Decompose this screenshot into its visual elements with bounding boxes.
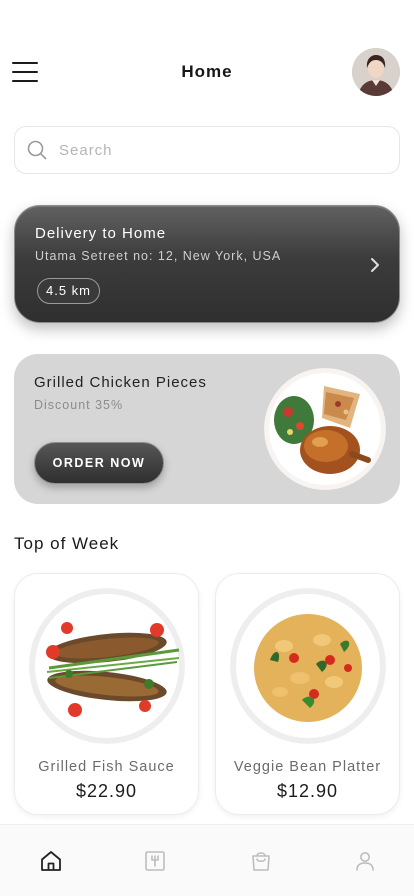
promo-title: Grilled Chicken Pieces <box>34 374 207 391</box>
food-name: Grilled Fish Sauce <box>38 759 175 775</box>
tab-home[interactable] <box>39 849 63 873</box>
shopping-bag-icon <box>252 852 270 871</box>
app-header: Home <box>0 40 414 104</box>
food-card[interactable]: Grilled Fish Sauce $22.90 <box>14 573 199 815</box>
tab-menu[interactable] <box>143 849 167 873</box>
food-card[interactable]: Veggie Bean Platter $12.90 <box>215 573 400 815</box>
grilled-fish-image <box>29 588 185 744</box>
home-icon <box>41 851 61 871</box>
avatar[interactable] <box>352 48 400 96</box>
chevron-right-icon[interactable] <box>369 256 381 274</box>
delivery-address: Utama Setreet no: 12, New York, USA <box>35 249 282 263</box>
user-icon <box>356 852 374 871</box>
veggie-bean-image <box>230 588 386 744</box>
menu-board-icon <box>145 851 165 871</box>
food-price: $22.90 <box>75 781 138 801</box>
search-input[interactable] <box>59 141 359 159</box>
delivery-card[interactable]: Delivery to Home Utama Setreet no: 12, N… <box>14 205 400 323</box>
section-title-top-of-week: Top of Week <box>14 534 120 553</box>
grilled-chicken-image <box>264 368 386 490</box>
search-bar[interactable] <box>14 126 400 174</box>
tab-profile[interactable] <box>353 849 377 873</box>
delivery-title: Delivery to Home <box>35 225 167 242</box>
search-icon <box>27 140 47 160</box>
tab-cart[interactable] <box>249 849 273 873</box>
food-name: Veggie Bean Platter <box>233 759 382 775</box>
promo-discount: Discount 35% <box>34 398 124 412</box>
bottom-tab-bar <box>0 824 414 896</box>
promo-card: Grilled Chicken Pieces Discount 35% ORDE… <box>14 354 400 504</box>
distance-badge: 4.5 km <box>37 278 101 304</box>
order-now-button[interactable]: ORDER NOW <box>34 442 164 484</box>
food-price: $12.90 <box>276 781 339 801</box>
